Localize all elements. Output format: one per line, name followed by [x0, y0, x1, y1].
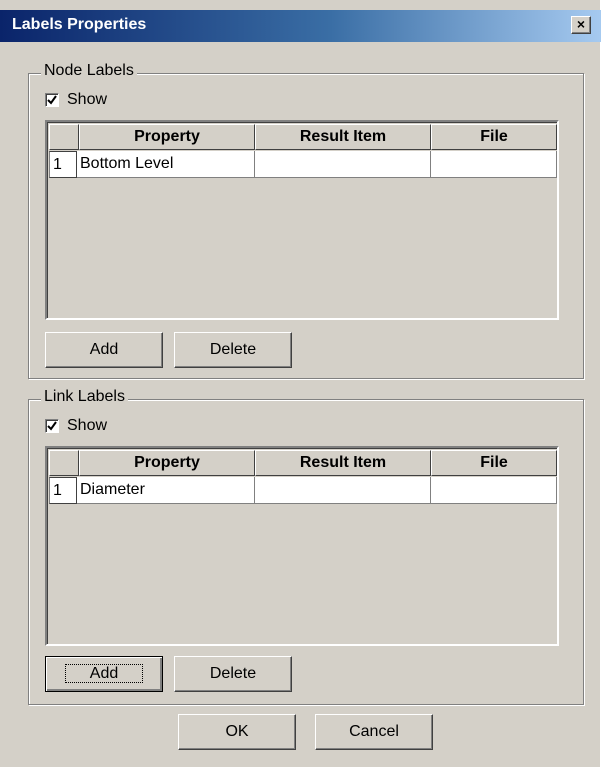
table-row[interactable]: 1 Bottom Level	[49, 151, 557, 178]
node-delete-button[interactable]: Delete	[174, 332, 292, 368]
close-icon: ×	[576, 16, 586, 32]
labels-properties-dialog: Labels Properties × Node Labels Show Pro…	[0, 0, 601, 767]
ok-button[interactable]: OK	[178, 714, 296, 750]
dialog-title: Labels Properties	[12, 16, 147, 33]
cancel-button[interactable]: Cancel	[315, 714, 433, 750]
link-add-button[interactable]: Add	[45, 656, 163, 692]
node-show-checkbox-row[interactable]: Show	[45, 90, 107, 110]
cell-file[interactable]	[431, 151, 557, 178]
link-labels-group: Link Labels Show Property Result Item Fi…	[28, 388, 584, 705]
column-header-property[interactable]: Property	[79, 450, 255, 476]
node-labels-grid[interactable]: Property Result Item File 1 Bottom Level	[45, 120, 559, 320]
row-number[interactable]: 1	[49, 477, 77, 504]
node-show-checkbox[interactable]	[45, 93, 59, 107]
column-header-property[interactable]: Property	[79, 124, 255, 150]
link-show-checkbox-row[interactable]: Show	[45, 416, 107, 436]
cell-result-item[interactable]	[255, 151, 431, 178]
link-grid-header: Property Result Item File	[49, 450, 557, 476]
cell-result-item[interactable]	[255, 477, 431, 504]
column-header-file[interactable]: File	[431, 124, 557, 150]
link-delete-button[interactable]: Delete	[174, 656, 292, 692]
column-header-file[interactable]: File	[431, 450, 557, 476]
title-bar[interactable]: Labels Properties ×	[0, 10, 601, 42]
node-grid-header: Property Result Item File	[49, 124, 557, 150]
checkmark-icon	[47, 95, 57, 105]
row-number-header	[49, 124, 79, 150]
row-number[interactable]: 1	[49, 151, 77, 178]
node-show-label: Show	[67, 91, 108, 108]
table-row[interactable]: 1 Diameter	[49, 477, 557, 504]
link-labels-grid[interactable]: Property Result Item File 1 Diameter	[45, 446, 559, 646]
column-header-result-item[interactable]: Result Item	[255, 124, 431, 150]
link-show-checkbox[interactable]	[45, 419, 59, 433]
cell-file[interactable]	[431, 477, 557, 504]
link-show-label: Show	[67, 417, 108, 434]
close-button[interactable]: ×	[571, 16, 591, 34]
row-number-header	[49, 450, 79, 476]
column-header-result-item[interactable]: Result Item	[255, 450, 431, 476]
link-labels-legend: Link Labels	[41, 388, 128, 406]
node-add-button[interactable]: Add	[45, 332, 163, 368]
link-add-label: Add	[64, 664, 144, 683]
cell-property[interactable]: Diameter	[77, 477, 255, 504]
cell-property[interactable]: Bottom Level	[77, 151, 255, 178]
node-labels-group: Node Labels Show Property Result Item Fi…	[28, 62, 584, 379]
node-labels-legend: Node Labels	[41, 62, 137, 80]
checkmark-icon	[47, 421, 57, 431]
